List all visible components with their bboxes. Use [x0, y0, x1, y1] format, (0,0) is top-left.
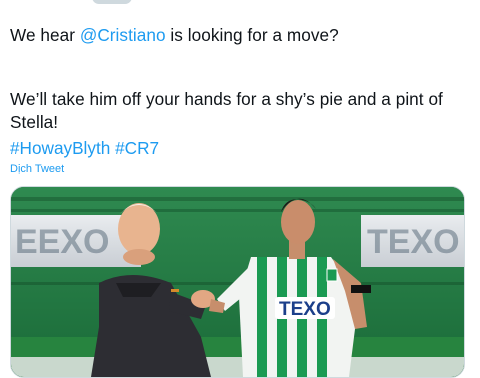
tweet-text-line-1: We hear @Cristiano is looking for a move…	[10, 24, 339, 47]
ad-board-left-text: EEXO	[15, 223, 109, 261]
mention-link[interactable]: @Cristiano	[80, 25, 166, 45]
ad-board-right-text: TEXO	[367, 223, 460, 261]
translate-tweet-link[interactable]: Dịch Tweet	[10, 162, 64, 176]
photo-scene: EEXO TEXO TEXO	[11, 187, 464, 377]
previous-header-strip	[0, 0, 480, 10]
tweet-text-line-2: We’ll take him off your hands for a shy’…	[10, 89, 443, 132]
header-fragment	[92, 0, 132, 4]
tweet-text-segment: We hear	[10, 25, 80, 45]
tweet-photo[interactable]: EEXO TEXO TEXO	[10, 186, 465, 378]
hashtag-row: #HowayBlyth #CR7	[10, 137, 159, 160]
tweet-text-segment: is looking for a move?	[165, 25, 339, 45]
hashtag-link[interactable]: #HowayBlyth	[10, 138, 110, 158]
hashtag-link[interactable]: #CR7	[115, 138, 159, 158]
shirt-sponsor-text: TEXO	[279, 299, 331, 320]
